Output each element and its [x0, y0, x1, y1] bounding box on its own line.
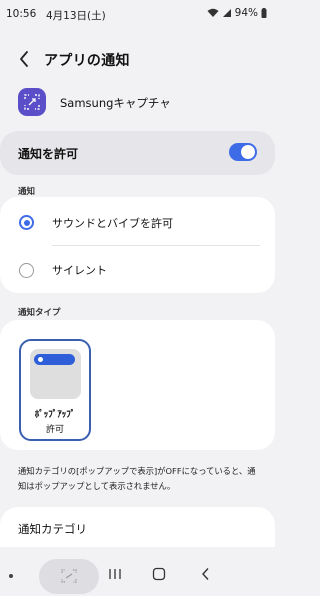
toggle-knob	[241, 145, 255, 159]
radio-sound-vibrate[interactable]	[19, 215, 34, 230]
radio-row-silent[interactable]: サイレント	[0, 248, 275, 292]
radio-silent-label: サイレント	[52, 264, 107, 277]
capture-icon	[18, 88, 46, 116]
back-button[interactable]	[14, 48, 36, 70]
home-button[interactable]	[151, 566, 167, 586]
notification-type-header: 通知タイプ	[18, 308, 61, 318]
notification-category-label: 通知カテゴリ	[18, 522, 87, 536]
recents-icon	[107, 567, 123, 586]
radio-sound-vibrate-label: サウンドとバイブを許可	[52, 217, 173, 230]
status-bar: 10:56 4月13日(土) 94%	[0, 0, 275, 28]
home-icon	[151, 567, 167, 586]
status-icons: 94%	[207, 7, 267, 19]
battery-icon	[261, 8, 267, 18]
allow-notifications-row[interactable]: 通知を許可	[0, 131, 275, 175]
app-bar: アプリの通知	[0, 44, 275, 74]
nav-dot-icon	[9, 574, 13, 578]
nav-back-button[interactable]	[198, 566, 214, 586]
notification-section-header: 通知	[18, 187, 36, 197]
allow-notifications-toggle[interactable]	[229, 143, 257, 161]
app-info-row: Samsungキャプチャ	[0, 86, 275, 120]
page-title: アプリの通知	[44, 53, 130, 69]
wifi-icon	[207, 8, 219, 18]
popup-preview	[30, 349, 81, 399]
capture-mini-icon	[61, 569, 77, 583]
popup-type-sublabel: 許可	[45, 425, 64, 435]
battery-percentage: 94%	[234, 7, 258, 19]
radio-silent[interactable]	[19, 263, 34, 278]
popup-notification-pill	[34, 354, 75, 365]
recents-button[interactable]	[107, 566, 123, 586]
popup-pill-dot	[38, 357, 43, 362]
status-time: 10:56	[6, 8, 37, 20]
signal-icon	[222, 8, 232, 18]
chevron-left-icon	[14, 51, 36, 74]
notification-category-row[interactable]: 通知カテゴリ	[0, 507, 275, 547]
capture-overlay-button[interactable]	[39, 559, 99, 594]
back-icon	[198, 567, 214, 586]
radio-row-sound-vibrate[interactable]: サウンドとバイブを許可	[0, 199, 275, 243]
status-date: 4月13日(土)	[46, 10, 106, 22]
navigation-bar	[0, 552, 275, 596]
app-name: Samsungキャプチャ	[60, 96, 171, 110]
popup-type-option[interactable]: ﾎﾟｯﾌﾟｱｯﾌﾟ 許可	[19, 339, 91, 441]
popup-type-label: ﾎﾟｯﾌﾟｱｯﾌﾟ	[34, 410, 76, 420]
description-text: 通知カテゴリの[ポップアップで表示]がOFFになっていると、通知はポップアップと…	[18, 466, 256, 491]
allow-notifications-label: 通知を許可	[18, 147, 79, 161]
divider	[52, 245, 260, 246]
